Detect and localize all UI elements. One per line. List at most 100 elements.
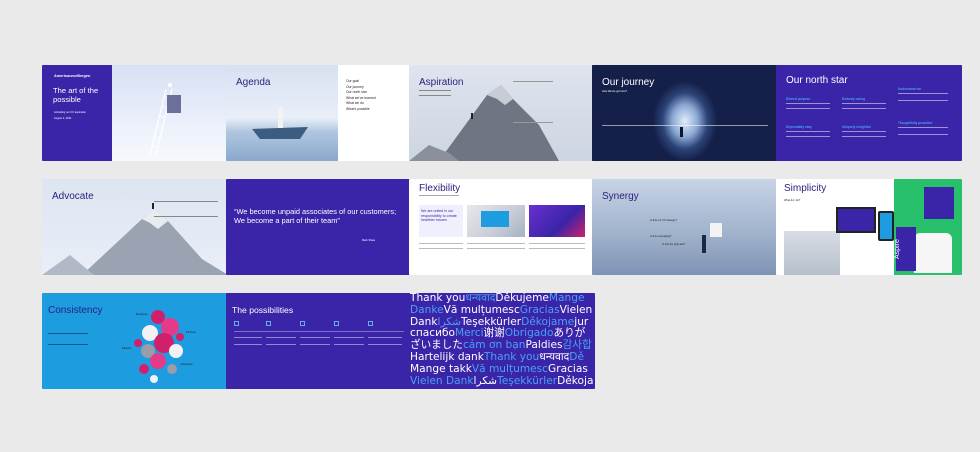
shirt-shape (914, 233, 952, 273)
slide-advocate[interactable]: Advocate (42, 179, 228, 275)
pillar-heading: Understand me (898, 87, 922, 91)
column-icon (266, 321, 271, 326)
agenda-item: What's possible (346, 106, 370, 111)
thank-you-word: Thank you (483, 350, 540, 363)
slide-date: August 4, 2021 (54, 117, 72, 120)
synergy-question: Is this messaging? (650, 235, 672, 238)
figure-silhouette (702, 235, 706, 253)
thank-you-word: jur (574, 315, 589, 328)
thank-you-word: Danke (410, 303, 444, 316)
thank-you-word: 감사합 (562, 339, 592, 352)
text-placeholder (786, 103, 830, 109)
slide-title: Flexibility (419, 183, 461, 194)
column-icon (234, 321, 239, 326)
slide-title: Aspiration (419, 77, 464, 88)
text-placeholder (419, 243, 463, 249)
phone-shape (878, 211, 894, 241)
boat-illustration (252, 106, 308, 139)
thank-you-word: Děkujeme (495, 293, 549, 304)
text-placeholder (513, 81, 553, 123)
slide-thank-you-languages[interactable]: Thank youधन्यवादDěkujemeMange DankeVă mul… (409, 293, 595, 389)
text-placeholder (419, 195, 459, 196)
thank-you-word: Obrigado (504, 327, 554, 340)
slide-title: The possibilities (232, 305, 294, 315)
slide-title: Synergy (602, 191, 639, 202)
quote-text: “We become unpaid associates of our cust… (234, 207, 397, 226)
thank-you-word: Děkoja (557, 374, 594, 387)
thank-you-word: Gracias (519, 303, 560, 316)
slide-quote[interactable]: “We become unpaid associates of our cust… (226, 179, 412, 275)
slide-title: Our journey (602, 77, 655, 88)
slide-our-journey[interactable]: Our journey How did we get here? (592, 65, 778, 161)
monitor-shape (836, 207, 876, 233)
thank-you-word: Paldies (525, 339, 563, 352)
thank-you-word: Teşekkürler (497, 374, 558, 387)
thank-you-word: Mange (548, 293, 585, 304)
slide-synergy[interactable]: Synergy Is this our CX strategy? Is this… (592, 179, 778, 275)
thank-you-word-cloud: Thank youधन्यवादDěkujemeMange DankeVă mul… (410, 293, 595, 387)
word-line: Vielen DankشكراTeşekkürlerDěkoja (410, 374, 595, 388)
timeline-rule (602, 125, 768, 126)
sphere-label: Caregivers (180, 363, 193, 366)
thank-you-word: спасибо (410, 327, 455, 340)
thank-you-word: Děkojame (521, 315, 575, 328)
slide-subtitle: Activating our CX aspiration (54, 111, 87, 114)
thank-you-word: Gracias (548, 362, 588, 375)
slide-subtitle: What do I do? (784, 199, 801, 202)
text-placeholder (154, 201, 218, 217)
thank-you-word: 谢谢 (483, 327, 505, 340)
thank-you-word: Hartelijk dank (410, 350, 484, 363)
thank-you-word: Teşekkürler (461, 315, 522, 328)
thank-you-word: cảm ơn bạn (462, 339, 526, 352)
text-placeholder (842, 131, 886, 137)
column-icon (300, 321, 305, 326)
laptop-photo (784, 231, 840, 275)
thank-you-word: Mange takk (410, 362, 472, 375)
thank-you-word: Vă mulțumesc (471, 362, 549, 375)
column-rule (234, 331, 404, 332)
slide-title: The art of the possible (53, 86, 99, 104)
pillar-heading: Shared purpose (786, 97, 811, 101)
pillar-heading: Thoughtfully proactive (898, 121, 933, 125)
text-placeholder (529, 243, 585, 249)
slide-simplicity[interactable]: Simplicity What do I do? Aspire (776, 179, 962, 275)
phone-photo (529, 205, 585, 237)
slide-possibilities[interactable]: The possibilities (226, 293, 412, 389)
slide-aspiration[interactable]: Aspiration (409, 65, 595, 161)
text-placeholder (898, 93, 948, 101)
slide-subtitle: How did we get here? (602, 90, 628, 93)
slide-title: Our north star (786, 75, 848, 86)
thank-you-word: ざいました (410, 339, 463, 352)
slide-consistency[interactable]: Consistency Employee Patients Partners C… (42, 293, 228, 389)
slide-title: Consistency (48, 305, 103, 316)
column-icon (368, 321, 373, 326)
text-placeholder (419, 90, 451, 96)
thank-you-word: Vielen Dank (410, 374, 474, 387)
text-placeholder (467, 243, 525, 249)
slide-north-star[interactable]: Our north star Shared purpose Embody car… (776, 65, 962, 161)
spheres-illustration (134, 310, 184, 383)
text-placeholder (234, 337, 262, 345)
brand-label: Aspire (894, 239, 901, 259)
slide-flexibility[interactable]: Flexibility We are united in our respons… (409, 179, 595, 275)
column-icon (334, 321, 339, 326)
brand-label: AmerisourceBergen (54, 74, 91, 78)
synergy-question: Is this the right ask? (662, 243, 686, 246)
thank-you-word: Thank you (410, 293, 466, 304)
thank-you-word: Merci (454, 327, 484, 340)
text-placeholder (300, 337, 330, 345)
thank-you-word: Dě (569, 350, 584, 363)
synergy-question: Is this our CX strategy? (650, 219, 677, 222)
slide-art-of-the-possible[interactable]: AmerisourceBergen The art of the possibl… (42, 65, 228, 161)
quote-attribution: Mark Shaw (362, 239, 375, 242)
text-placeholder (48, 333, 88, 345)
agenda-list: Our goal Our journey Our north star What… (346, 79, 376, 112)
slide-agenda[interactable]: Agenda Our goal Our journey Our north st… (226, 65, 412, 161)
thank-you-word: Vielen (559, 303, 593, 316)
ladder-illustration (149, 83, 181, 155)
thank-you-word: شكرا (437, 315, 462, 328)
thank-you-word: ありが (553, 327, 586, 340)
sphere-label: Patients (122, 347, 132, 350)
slide-title: Advocate (52, 191, 94, 202)
brochure-shape (924, 187, 954, 219)
